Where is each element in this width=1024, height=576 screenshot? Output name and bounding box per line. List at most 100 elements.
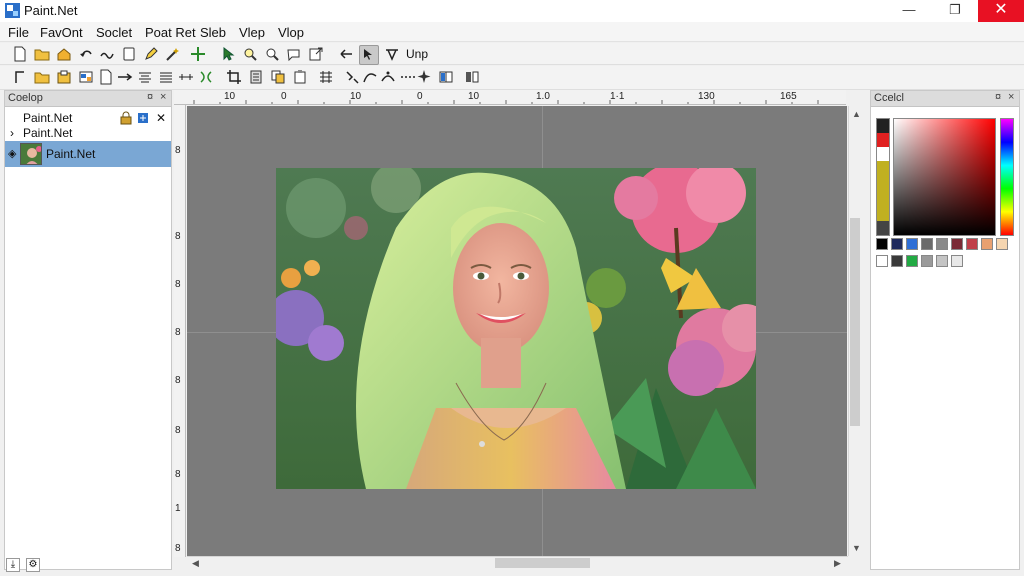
horizontal-scroll-thumb[interactable]: [495, 558, 590, 568]
menu-vlep[interactable]: Vlep: [239, 25, 265, 40]
color-picker-square[interactable]: [893, 118, 996, 236]
stamp-icon[interactable]: [56, 69, 72, 85]
visibility-icon[interactable]: ◈: [8, 147, 16, 160]
copy-icon[interactable]: [270, 69, 286, 85]
dotted-line-icon[interactable]: [400, 69, 416, 85]
color-palette: [876, 238, 1016, 270]
hue-slider[interactable]: [1000, 118, 1014, 236]
document-icon[interactable]: [121, 46, 137, 62]
select-arrow-icon[interactable]: [359, 45, 379, 65]
undo-icon[interactable]: [78, 46, 94, 62]
resize-icon[interactable]: [178, 69, 194, 85]
palette-swatch[interactable]: [891, 238, 903, 250]
add-layer-icon[interactable]: ⤓: [6, 558, 20, 572]
unp-button[interactable]: Unp: [406, 47, 428, 61]
panel-pin-button[interactable]: ¤: [147, 91, 153, 103]
title-bar: Paint.Net — ❐ ✕: [0, 0, 1024, 22]
align-justify-icon[interactable]: [158, 69, 174, 85]
palette-swatch[interactable]: [936, 255, 948, 267]
menu-favont[interactable]: FavOnt: [40, 25, 83, 40]
menu-poat-ret[interactable]: Poat Ret: [145, 25, 196, 40]
scroll-down-arrow-icon[interactable]: ▼: [852, 543, 861, 553]
bezier-tool-icon[interactable]: [380, 69, 396, 85]
columns-icon[interactable]: [464, 69, 480, 85]
redo-icon[interactable]: [99, 46, 115, 62]
ruler-label: 1·1: [610, 91, 625, 102]
panel-pin-button[interactable]: ¤: [995, 91, 1001, 103]
properties-icon[interactable]: [136, 111, 150, 125]
ruler-label: 130: [698, 91, 715, 102]
sparkle-icon[interactable]: [416, 69, 432, 85]
align-center-icon[interactable]: [137, 69, 153, 85]
pointer-icon[interactable]: [220, 46, 236, 62]
split-view-icon[interactable]: [438, 69, 454, 85]
palette-swatch[interactable]: [996, 238, 1008, 250]
folder-icon[interactable]: [34, 69, 50, 85]
panel-close-button[interactable]: ×: [160, 91, 166, 103]
palette-swatch[interactable]: [876, 255, 888, 267]
ruler-horizontal: 10 0 10 0 10 1.0 1·1 130 165: [174, 90, 846, 105]
line-tool-icon[interactable]: [12, 69, 28, 85]
minimize-button[interactable]: —: [886, 0, 932, 22]
panel-close-button[interactable]: ×: [1008, 91, 1014, 103]
pencil-icon[interactable]: [143, 46, 159, 62]
dash-arrow-icon[interactable]: [117, 69, 133, 85]
scroll-right-arrow-icon[interactable]: ▶: [834, 558, 841, 569]
palette-swatch[interactable]: [951, 238, 963, 250]
arrow-left-icon[interactable]: [338, 46, 354, 62]
move-icon[interactable]: [190, 46, 206, 62]
layer-settings-icon[interactable]: ⚙: [26, 558, 40, 572]
palette-swatch[interactable]: [876, 238, 888, 250]
maximize-button[interactable]: ❐: [932, 0, 978, 22]
tree-item[interactable]: › Paint.Net: [5, 126, 171, 141]
colors-panel-header: Ccelcl ¤ ×: [871, 91, 1019, 107]
scroll-up-arrow-icon[interactable]: ▲: [852, 109, 861, 119]
palette-swatch[interactable]: [921, 255, 933, 267]
layer-thumbnail: [20, 143, 42, 165]
canvas-image[interactable]: [276, 168, 756, 489]
node-tool-icon[interactable]: [344, 69, 360, 85]
ruler-label: 8: [175, 425, 181, 436]
menu-soclet[interactable]: Soclet: [96, 25, 132, 40]
layer-row-selected[interactable]: ◈ Paint.Net: [5, 141, 171, 167]
paste-icon[interactable]: [292, 69, 308, 85]
magic-wand-icon[interactable]: [165, 46, 181, 62]
palette-swatch[interactable]: [936, 238, 948, 250]
palette-swatch[interactable]: [951, 255, 963, 267]
primary-secondary-color-strip[interactable]: [876, 118, 890, 236]
scroll-left-arrow-icon[interactable]: ◀: [192, 558, 199, 569]
toolbar-tools: [0, 66, 1024, 90]
open-folder-icon[interactable]: [34, 46, 50, 62]
palette-swatch[interactable]: [981, 238, 993, 250]
toolbar-main: Unp: [0, 43, 1024, 65]
menu-vlop[interactable]: Vlop: [278, 25, 304, 40]
palette-swatch[interactable]: [906, 238, 918, 250]
palette-swatch[interactable]: [891, 255, 903, 267]
lock-icon[interactable]: [119, 111, 133, 125]
crop-icon[interactable]: [226, 69, 242, 85]
layers-panel-header: Coelop ¤ ×: [5, 91, 171, 107]
palette-swatch[interactable]: [966, 238, 978, 250]
menu-sleb[interactable]: Sleb: [200, 25, 226, 40]
zoom-out-icon[interactable]: [264, 46, 280, 62]
book-icon[interactable]: [248, 69, 264, 85]
export-icon[interactable]: [308, 46, 324, 62]
new-file-icon[interactable]: [12, 46, 28, 62]
palette-swatch[interactable]: [921, 238, 933, 250]
palette-swatch[interactable]: [906, 255, 918, 267]
layers-icon[interactable]: [78, 69, 94, 85]
lasso-icon[interactable]: [286, 46, 302, 62]
flip-icon[interactable]: [198, 69, 214, 85]
vertical-scroll-thumb[interactable]: [850, 218, 860, 426]
menu-file[interactable]: File: [8, 25, 29, 40]
close-button[interactable]: ✕: [978, 0, 1024, 22]
save-icon[interactable]: [56, 46, 72, 62]
colors-panel-title: Ccelcl: [874, 92, 904, 104]
page-icon[interactable]: [98, 69, 114, 85]
zoom-icon[interactable]: [242, 46, 258, 62]
grid-icon[interactable]: [318, 69, 334, 85]
delete-layer-icon[interactable]: ✕: [156, 111, 166, 125]
hand-tool-icon[interactable]: [384, 46, 400, 62]
curve-tool-icon[interactable]: [362, 69, 378, 85]
ruler-label: 8: [175, 469, 181, 480]
